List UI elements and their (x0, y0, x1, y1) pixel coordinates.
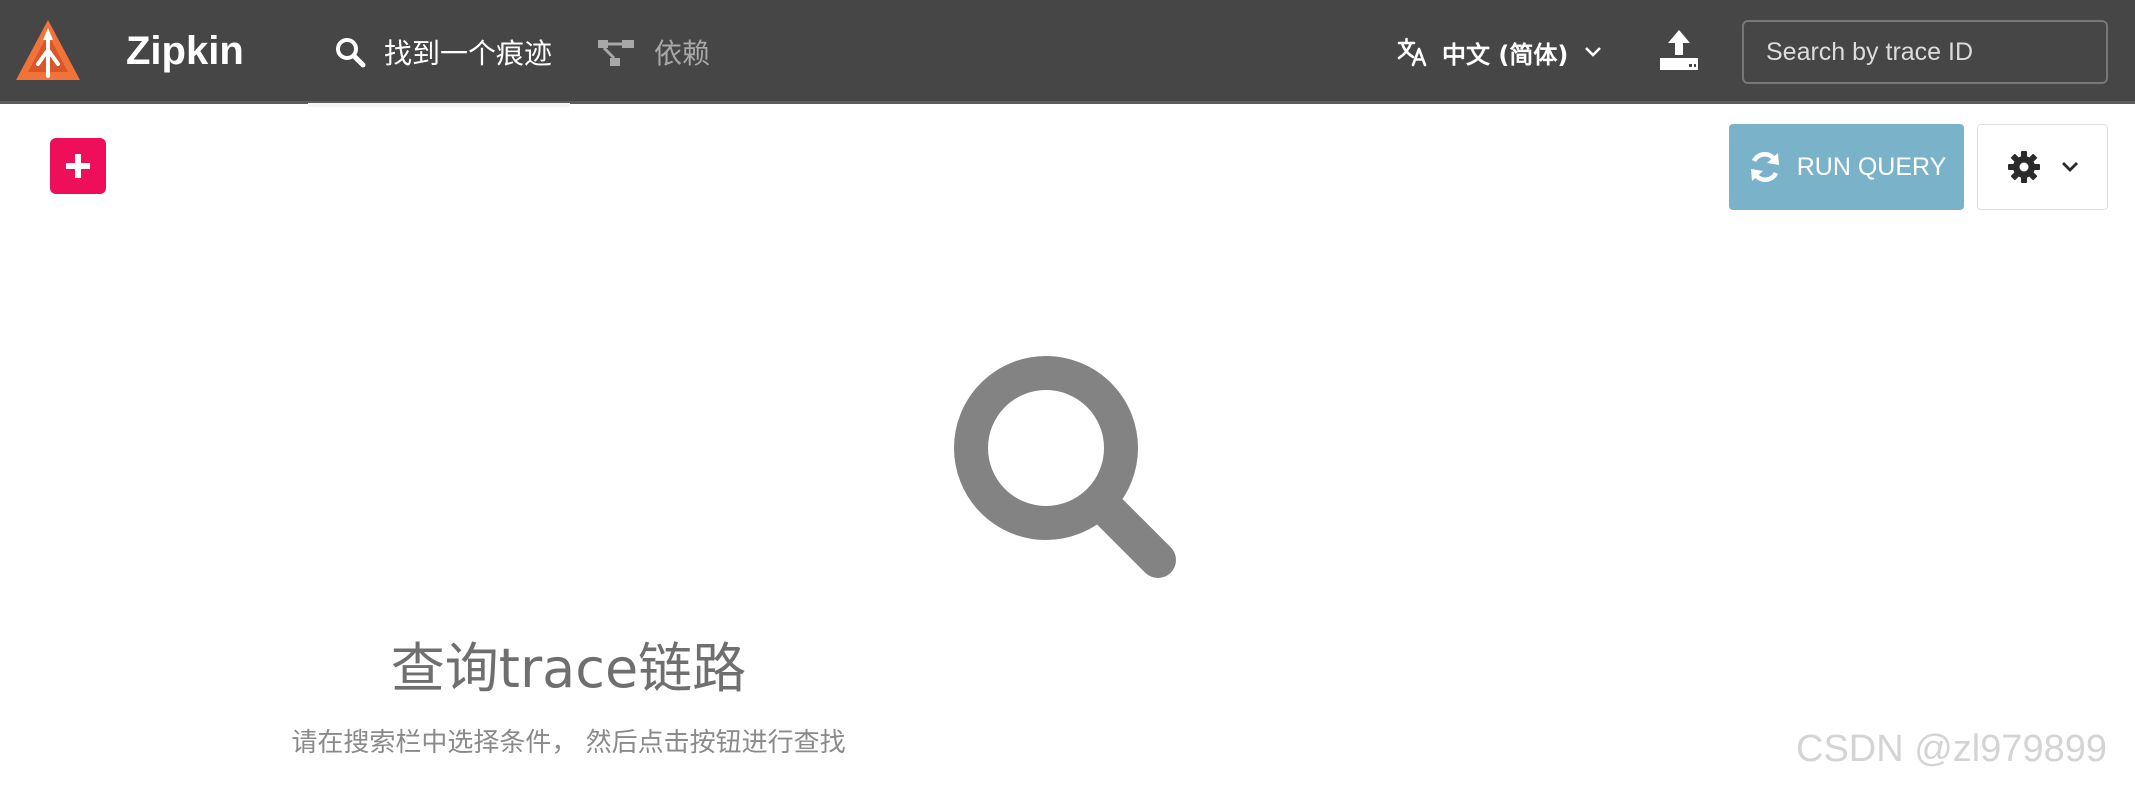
upload-icon[interactable] (1656, 28, 1702, 74)
empty-state-title-text: 查询trace链路 (390, 637, 747, 700)
refresh-icon (1750, 152, 1779, 182)
search-icon (336, 38, 366, 68)
dependencies-icon (598, 40, 634, 66)
plus-icon (66, 154, 90, 178)
settings-dropdown-button[interactable] (1977, 124, 2108, 210)
tab-find-trace-label: 找到一个痕迹 (384, 37, 553, 70)
tab-find-trace[interactable]: 找到一个痕迹 (308, 0, 570, 107)
add-criteria-button[interactable] (50, 138, 106, 194)
zipkin-page: Zipkin 找到一个痕迹 依赖 中文 (简体) Search by trace… (0, 0, 2135, 790)
language-label: 中文 (简体) (1442, 40, 1569, 69)
chevron-down-icon (2061, 162, 2078, 172)
gear-icon (2007, 151, 2040, 183)
translate-icon (1397, 37, 1427, 67)
language-selector[interactable]: 中文 (简体) (1396, 0, 1602, 104)
run-query-button[interactable]: RUN QUERY (1729, 124, 1964, 210)
tab-dependencies[interactable]: 依赖 (596, 0, 710, 104)
run-query-label: RUN QUERY (1796, 152, 1947, 181)
active-tab-indicator (308, 103, 570, 107)
app-title[interactable]: Zipkin (126, 26, 244, 76)
trace-id-search-input[interactable] (1742, 20, 2108, 84)
zipkin-logo-icon[interactable] (12, 16, 84, 86)
top-navbar: Zipkin 找到一个痕迹 依赖 中文 (简体) Search by trace… (0, 0, 2135, 107)
tab-dependencies-label: 依赖 (654, 37, 711, 70)
watermark: CSDN @zl979899 (1796, 728, 2108, 770)
search-icon (954, 356, 1176, 578)
chevron-down-icon (1585, 47, 1602, 57)
empty-state-subtitle-text: 请在搜索栏中选择条件， 然后点击按钮进行查找 (291, 728, 846, 758)
empty-state-title: 查询trace链路 (0, 624, 2135, 703)
